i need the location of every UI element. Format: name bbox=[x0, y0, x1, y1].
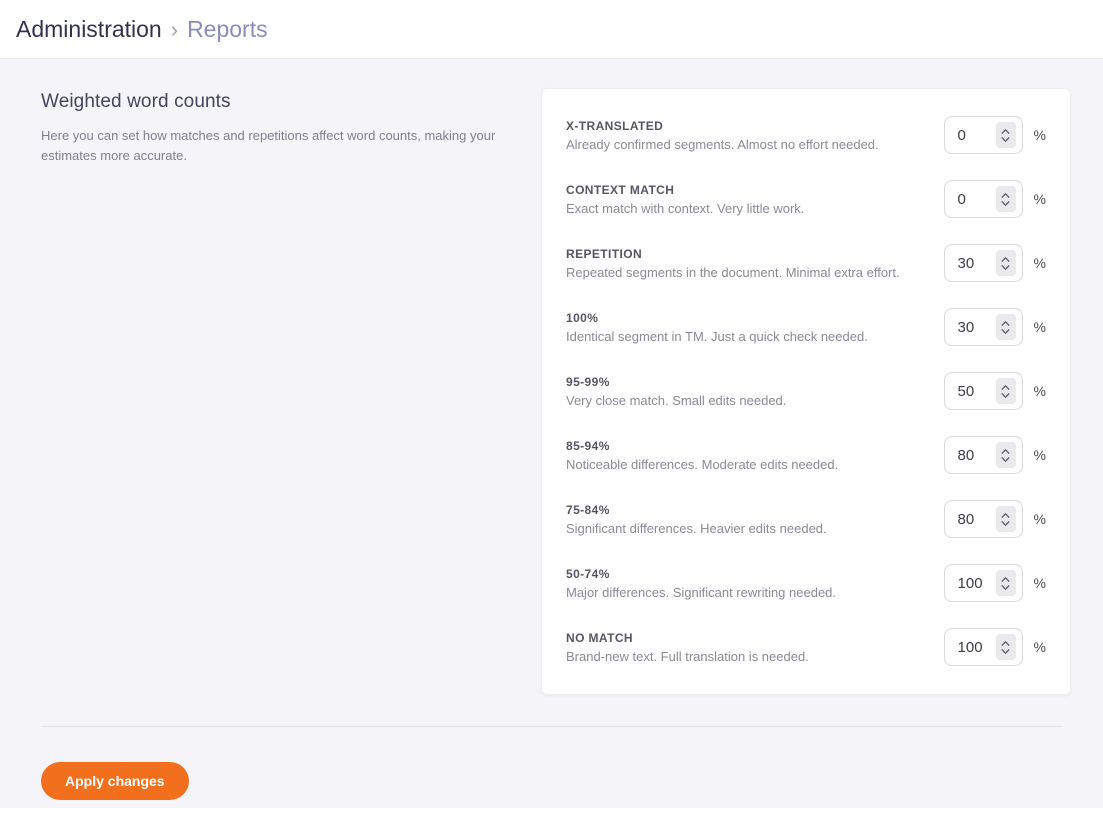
match-category-description: Very close match. Small edits needed. bbox=[566, 392, 787, 408]
match-category-description: Already confirmed segments. Almost no ef… bbox=[566, 136, 879, 152]
weight-input-wrap bbox=[943, 308, 1023, 346]
stepper-icon[interactable] bbox=[995, 634, 1016, 660]
stepper-icon[interactable] bbox=[995, 506, 1016, 532]
match-category-description: Significant differences. Heavier edits n… bbox=[566, 520, 827, 536]
chevron-right-icon: › bbox=[170, 16, 179, 42]
match-category-description: Brand-new text. Full translation is need… bbox=[566, 648, 809, 664]
percent-unit: % bbox=[1033, 319, 1046, 335]
weight-row: 50-74% Major differences. Significant re… bbox=[566, 564, 1046, 602]
weight-input-wrap bbox=[943, 628, 1023, 666]
percent-unit: % bbox=[1033, 639, 1046, 655]
weight-row: 100% Identical segment in TM. Just a qui… bbox=[566, 308, 1046, 346]
match-category-label: 100% bbox=[566, 310, 599, 325]
stepper-icon[interactable] bbox=[995, 122, 1016, 148]
stepper-icon[interactable] bbox=[995, 314, 1016, 340]
match-category-description: Noticeable differences. Moderate edits n… bbox=[566, 456, 839, 472]
weight-row: 75-84% Significant differences. Heavier … bbox=[566, 500, 1046, 538]
stepper-icon[interactable] bbox=[995, 250, 1016, 276]
percent-unit: % bbox=[1033, 575, 1046, 591]
weight-input-wrap bbox=[943, 372, 1023, 410]
percent-unit: % bbox=[1033, 127, 1046, 143]
percent-unit: % bbox=[1033, 511, 1046, 527]
breadcrumb: Administration › Reports bbox=[16, 16, 268, 43]
weight-input-wrap bbox=[943, 116, 1023, 154]
weight-row: X-TRANSLATED Already confirmed segments.… bbox=[566, 116, 1046, 154]
section-intro: Weighted word counts Here you can set ho… bbox=[41, 88, 541, 166]
top-header: Administration › Reports bbox=[0, 0, 1103, 59]
weight-row: CONTEXT MATCH Exact match with context. … bbox=[566, 180, 1046, 218]
admin-reports-page: Administration › Reports Weighted word c… bbox=[0, 0, 1103, 816]
stepper-icon[interactable] bbox=[995, 186, 1016, 212]
percent-unit: % bbox=[1033, 191, 1046, 207]
breadcrumb-reports[interactable]: Reports bbox=[187, 16, 268, 43]
percent-unit: % bbox=[1033, 447, 1046, 463]
footer-divider bbox=[41, 726, 1063, 727]
percent-unit: % bbox=[1033, 255, 1046, 271]
weight-row: REPETITION Repeated segments in the docu… bbox=[566, 244, 1046, 282]
breadcrumb-administration[interactable]: Administration bbox=[16, 16, 162, 43]
match-category-label: CONTEXT MATCH bbox=[566, 182, 675, 197]
match-category-label: 95-99% bbox=[566, 374, 610, 389]
weight-row: NO MATCH Brand-new text. Full translatio… bbox=[566, 628, 1046, 666]
weighted-word-counts-card: X-TRANSLATED Already confirmed segments.… bbox=[541, 88, 1071, 695]
weight-input-wrap bbox=[943, 180, 1023, 218]
bottom-strip bbox=[0, 808, 1103, 816]
weight-input-wrap bbox=[943, 436, 1023, 474]
page-title: Weighted word counts bbox=[41, 91, 231, 112]
match-category-description: Identical segment in TM. Just a quick ch… bbox=[566, 328, 868, 344]
weight-row: 85-94% Noticeable differences. Moderate … bbox=[566, 436, 1046, 474]
match-category-label: 85-94% bbox=[566, 438, 610, 453]
match-category-label: 75-84% bbox=[566, 502, 610, 517]
match-category-description: Major differences. Significant rewriting… bbox=[566, 584, 837, 600]
stepper-icon[interactable] bbox=[995, 442, 1016, 468]
apply-changes-button[interactable]: Apply changes bbox=[41, 762, 189, 800]
weight-input-wrap bbox=[943, 244, 1023, 282]
stepper-icon[interactable] bbox=[995, 570, 1016, 596]
weight-input-wrap bbox=[943, 564, 1023, 602]
match-category-label: 50-74% bbox=[566, 566, 610, 581]
match-category-label: REPETITION bbox=[566, 246, 643, 261]
weight-row: 95-99% Very close match. Small edits nee… bbox=[566, 372, 1046, 410]
page-description: Here you can set how matches and repetit… bbox=[41, 128, 496, 164]
match-category-label: X-TRANSLATED bbox=[566, 118, 664, 133]
match-category-description: Exact match with context. Very little wo… bbox=[566, 200, 805, 216]
match-category-description: Repeated segments in the document. Minim… bbox=[566, 264, 900, 280]
weight-input-wrap bbox=[943, 500, 1023, 538]
stepper-icon[interactable] bbox=[995, 378, 1016, 404]
content-area: Weighted word counts Here you can set ho… bbox=[0, 59, 1103, 808]
match-category-label: NO MATCH bbox=[566, 630, 633, 645]
percent-unit: % bbox=[1033, 383, 1046, 399]
